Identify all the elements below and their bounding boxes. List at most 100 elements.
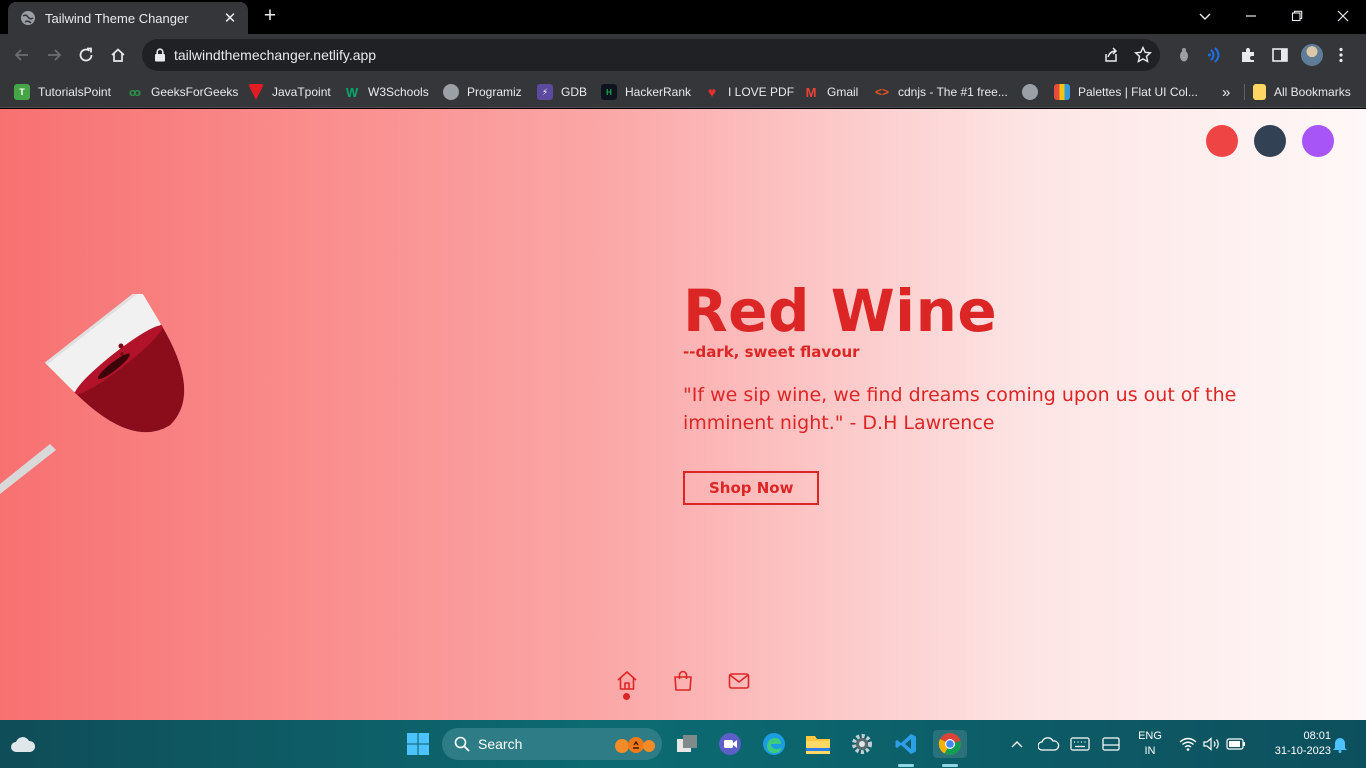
- bookmark-star-icon[interactable]: [1134, 46, 1152, 64]
- close-window-button[interactable]: [1320, 0, 1366, 32]
- nav-contact[interactable]: [727, 669, 751, 693]
- address-bar[interactable]: tailwindthemechanger.netlify.app: [142, 39, 1160, 71]
- reload-button[interactable]: [74, 43, 98, 67]
- bookmarks-bar: T TutorialsPoint ꝏ GeeksForGeeks JavaTpo…: [0, 76, 1366, 108]
- edge-app[interactable]: [760, 730, 788, 758]
- all-bookmarks-label: All Bookmarks: [1274, 85, 1351, 99]
- chrome-icon: [938, 733, 961, 755]
- bookmark-geeksforgeeks[interactable]: ꝏ GeeksForGeeks: [127, 83, 238, 101]
- onedrive-tray[interactable]: [1035, 730, 1063, 758]
- shopping-bag-icon: [674, 670, 692, 691]
- bookmark-programiz[interactable]: Programiz: [443, 83, 522, 101]
- minimize-button[interactable]: [1228, 0, 1274, 32]
- clock[interactable]: 08:01 31-10-2023: [1255, 730, 1331, 757]
- back-button[interactable]: [10, 43, 34, 67]
- file-explorer-app[interactable]: [804, 730, 832, 758]
- windows-start-icon: [407, 733, 429, 755]
- bookmark-hackerrank[interactable]: H HackerRank: [601, 83, 691, 101]
- bookmark-label: TutorialsPoint: [38, 85, 111, 99]
- profile-avatar[interactable]: [1301, 44, 1323, 66]
- globe-icon: [443, 84, 459, 100]
- flatuicolors-icon: [1054, 84, 1070, 100]
- vscode-app[interactable]: [892, 730, 920, 758]
- start-button[interactable]: [404, 730, 432, 758]
- bookmark-gdb[interactable]: ⚡ GDB: [537, 83, 587, 101]
- bell-icon: [1333, 738, 1347, 753]
- bookmark-label: Programiz: [467, 85, 522, 99]
- chevron-up-icon: [1011, 741, 1023, 748]
- forward-button[interactable]: [42, 43, 66, 67]
- bookmark-label: JavaTpoint: [272, 85, 331, 99]
- page-subtitle: --dark, sweet flavour: [683, 343, 860, 361]
- weather-widget[interactable]: [9, 730, 37, 758]
- time-label: 08:01: [1303, 730, 1331, 742]
- globe-icon: [1022, 84, 1038, 100]
- taskbar-search[interactable]: Search: [442, 728, 662, 760]
- task-view-button[interactable]: [673, 730, 701, 758]
- video-call-icon: [719, 733, 741, 755]
- new-tab-button[interactable]: +: [258, 5, 282, 28]
- bookmark-javatpoint[interactable]: JavaTpoint: [248, 83, 331, 101]
- bookmarks-divider: [1244, 84, 1245, 100]
- url-text: tailwindthemechanger.netlify.app: [174, 47, 377, 63]
- region-label: IN: [1144, 745, 1156, 757]
- touch-keyboard-tray[interactable]: [1097, 730, 1125, 758]
- bookmark-cdnjs[interactable]: <> cdnjs - The #1 free...: [874, 83, 1008, 101]
- w3schools-icon: W: [345, 84, 359, 100]
- bookmark-gmail[interactable]: M Gmail: [803, 83, 859, 101]
- kebab-menu-icon[interactable]: [1332, 46, 1350, 64]
- lock-icon: [155, 48, 165, 62]
- cloud-icon: [11, 737, 36, 752]
- page-title: Red Wine: [683, 277, 998, 345]
- show-hidden-icons-button[interactable]: [1003, 730, 1031, 758]
- arrow-right-icon: [48, 49, 62, 61]
- language-indicator[interactable]: ENG IN: [1134, 730, 1166, 757]
- nav-shop[interactable]: [671, 669, 695, 693]
- bookmark-label: GDB: [561, 85, 588, 99]
- meet-app[interactable]: [716, 730, 744, 758]
- ilovepdf-icon: ♥: [707, 84, 717, 100]
- keyboard-tray[interactable]: [1066, 730, 1094, 758]
- language-label: ENG: [1138, 730, 1162, 742]
- side-panel-icon[interactable]: [1271, 46, 1289, 64]
- home-button[interactable]: [106, 43, 130, 67]
- edge-browser-icon: [763, 733, 785, 755]
- nav-home[interactable]: [615, 669, 639, 693]
- tab-title: Tailwind Theme Changer: [45, 10, 189, 26]
- bookmark-ilovepdf[interactable]: ♥ I LOVE PDF: [704, 83, 794, 101]
- cloud-sync-icon: [1038, 737, 1060, 751]
- bookmark-tutorialspoint[interactable]: T TutorialsPoint: [14, 83, 111, 101]
- all-bookmarks-button[interactable]: All Bookmarks: [1253, 83, 1351, 101]
- read-aloud-icon[interactable]: [1207, 46, 1225, 64]
- tab-search-button[interactable]: [1182, 0, 1228, 32]
- theme-swatch-purple[interactable]: [1302, 125, 1334, 157]
- search-icon: [454, 736, 470, 752]
- bookmark-label: cdnjs - The #1 free...: [898, 85, 1008, 99]
- chrome-app[interactable]: [933, 730, 967, 758]
- close-tab-icon[interactable]: ✕: [222, 9, 238, 27]
- notifications-button[interactable]: [1326, 730, 1354, 758]
- overflow-label: »: [1222, 83, 1231, 101]
- bookmark-label: Gmail: [827, 85, 859, 99]
- settings-app[interactable]: [848, 730, 876, 758]
- browser-toolbar: tailwindthemechanger.netlify.app: [0, 34, 1366, 76]
- browser-tab[interactable]: Tailwind Theme Changer ✕: [8, 2, 248, 34]
- bookmarks-overflow-button[interactable]: »: [1222, 83, 1230, 101]
- theme-swatch-red[interactable]: [1206, 125, 1238, 157]
- shop-now-button[interactable]: Shop Now: [683, 471, 820, 505]
- share-icon[interactable]: [1102, 46, 1120, 64]
- extensions-puzzle-icon[interactable]: [1239, 46, 1257, 64]
- battery-tray[interactable]: [1222, 730, 1250, 758]
- geeksforgeeks-icon: ꝏ: [128, 86, 142, 99]
- theme-swatch-slate[interactable]: [1254, 125, 1286, 157]
- tutorialspoint-icon: T: [14, 84, 30, 100]
- bookmark-flatuicolors[interactable]: Palettes | Flat UI Col...: [1054, 83, 1198, 101]
- javatpoint-icon: [248, 84, 264, 100]
- globe-icon: [21, 11, 35, 25]
- arrow-left-icon: [14, 49, 28, 61]
- bookmark-w3schools[interactable]: W W3Schools: [344, 83, 429, 101]
- extension-bug-icon[interactable]: [1175, 46, 1193, 64]
- bookmark-globe[interactable]: [1022, 83, 1046, 101]
- restore-button[interactable]: [1274, 0, 1320, 32]
- reload-icon: [79, 47, 93, 62]
